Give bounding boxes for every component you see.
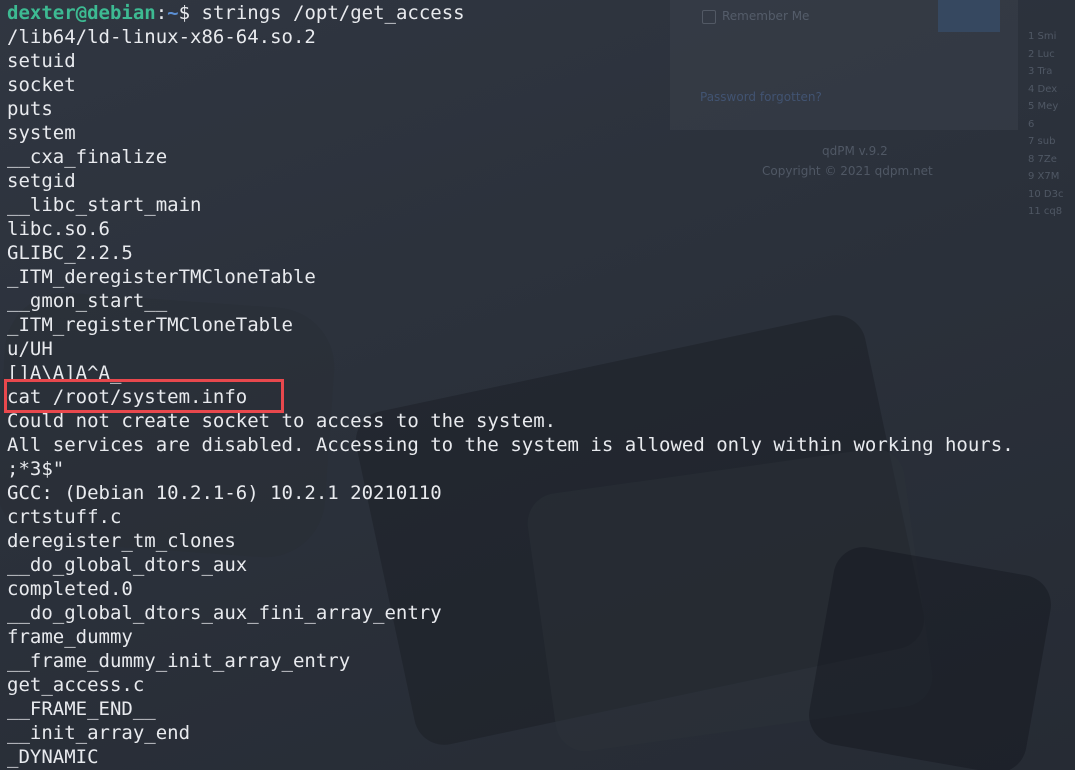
- terminal-output: /lib64/ld-linux-x86-64.so.2 setuid socket p…: [4, 25, 1075, 769]
- highlighted-output-line: cat /root/system.info: [4, 379, 1075, 413]
- prompt-path: ~: [167, 2, 179, 24]
- terminal-window[interactable]: dexter@debian:~$ strings /opt/get_access…: [0, 0, 1075, 770]
- prompt-line: dexter@debian:~$ strings /opt/get_access: [7, 1, 1075, 25]
- terminal-output-line: libc.so.6: [7, 218, 110, 240]
- terminal-output-line: __init_array_end: [7, 722, 191, 744]
- terminal-output-line: deregister_tm_clones: [7, 530, 236, 552]
- terminal-output-line: _ITM_registerTMCloneTable: [7, 314, 293, 336]
- terminal-output-line: completed.0: [7, 578, 133, 600]
- terminal-output-line: socket: [7, 74, 76, 96]
- terminal-output-line: _ITM_deregisterTMCloneTable: [7, 266, 316, 288]
- terminal-output-line: Could not create socket to access to the…: [7, 410, 557, 432]
- terminal-output-line: GLIBC_2.2.5: [7, 242, 133, 264]
- prompt-symbol: $: [178, 2, 202, 24]
- terminal-output-line: get_access.c: [7, 674, 145, 696]
- terminal-output-line: /lib64/ld-linux-x86-64.so.2: [7, 26, 316, 48]
- terminal-output-line: __FRAME_END__: [7, 698, 156, 720]
- terminal-output-line: __libc_start_main: [7, 194, 202, 216]
- terminal-output-line: puts: [7, 98, 53, 120]
- terminal-output-line: setgid: [7, 170, 76, 192]
- terminal-output-line: frame_dummy: [7, 626, 133, 648]
- terminal-output-line: setuid: [7, 50, 76, 72]
- terminal-output-line: crtstuff.c: [7, 506, 122, 528]
- prompt-user-host: dexter@debian: [7, 2, 156, 24]
- terminal-output-line: ;*3$": [7, 458, 65, 480]
- terminal-output-line: []A\A]A^A_: [7, 362, 122, 384]
- terminal-output-line: __gmon_start__: [7, 290, 168, 312]
- terminal-output-line: system: [7, 122, 76, 144]
- terminal-output-line: GCC: (Debian 10.2.1-6) 10.2.1 20210110: [7, 482, 442, 504]
- terminal-output-line: _DYNAMIC: [7, 746, 99, 768]
- prompt-command: strings /opt/get_access: [201, 2, 465, 24]
- terminal-output-line: __frame_dummy_init_array_entry: [7, 650, 351, 672]
- prompt-separator: :: [155, 2, 168, 24]
- terminal-output-line: __cxa_finalize: [7, 146, 168, 168]
- highlight-box: [4, 379, 284, 413]
- terminal-output-line: __do_global_dtors_aux_fini_array_entry: [7, 602, 442, 624]
- terminal-output-line: All services are disabled. Accessing to …: [7, 434, 1014, 456]
- terminal-output-line: __do_global_dtors_aux: [7, 554, 248, 576]
- terminal-output-line: u/UH: [7, 338, 53, 360]
